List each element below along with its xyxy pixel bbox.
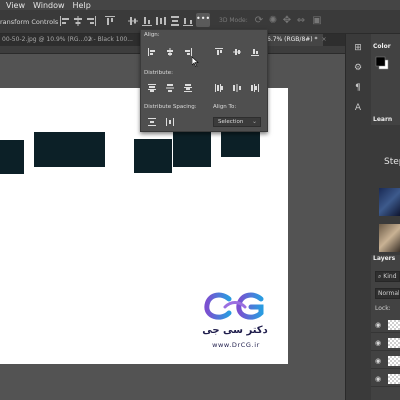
blend-mode-value: Normal — [378, 290, 400, 297]
blend-mode-select[interactable]: Normal — [375, 288, 400, 299]
align-left-edges-button[interactable] — [59, 15, 71, 27]
layer-row[interactable]: ◉ — [371, 372, 400, 387]
distribute-bottom-button[interactable] — [183, 83, 193, 93]
show-transform-controls-label[interactable]: ransform Controls — [0, 18, 58, 26]
tab-learn[interactable]: Learn — [373, 116, 392, 123]
align-bottom-edges-button[interactable] — [141, 15, 153, 27]
align-right-edges-button[interactable] — [85, 15, 97, 27]
3d-mode-label: 3D Mode: — [219, 17, 248, 24]
canvas-rectangle[interactable] — [134, 139, 172, 173]
3d-pan-icon[interactable]: ✥ — [280, 14, 294, 28]
align-to-select[interactable]: Selection ⌄ — [213, 117, 261, 127]
menu-bar: View Window Help — [0, 0, 400, 10]
3d-camera-icon[interactable]: ▣ — [310, 14, 324, 28]
properties-icon[interactable]: ⚙ — [352, 62, 364, 74]
close-icon[interactable]: × — [322, 36, 327, 43]
tutorial-thumbnail[interactable] — [379, 224, 400, 252]
tab-layers[interactable]: Layers — [373, 255, 395, 262]
3d-roll-icon[interactable]: ✺ — [266, 14, 280, 28]
tab-label: 6.7% (RGB/8#) * — [267, 36, 318, 43]
align-popover: Align: Distribute: Distribute Spacing: A… — [140, 29, 268, 132]
menu-window[interactable]: Window — [33, 1, 65, 10]
logo-url-text: www.DrCG.ir — [212, 341, 260, 349]
kind-label: Kind — [383, 273, 397, 280]
layer-row[interactable]: ◉ — [371, 354, 400, 369]
align-horizontal-centers-button[interactable] — [72, 15, 84, 27]
distribute-horizontal-centers-button[interactable] — [232, 83, 242, 93]
align-right-button[interactable] — [183, 47, 193, 57]
tab-document-2[interactable]: 02 - Black 100... — [82, 34, 142, 46]
eye-icon[interactable]: ◉ — [375, 339, 381, 347]
distribute-left-button[interactable] — [214, 83, 224, 93]
menu-view[interactable]: View — [6, 1, 25, 10]
3d-slide-icon[interactable]: ⇔ — [294, 14, 308, 28]
lock-label: Lock: — [375, 305, 391, 312]
distribute-bottom-button[interactable] — [182, 15, 194, 27]
align-bottom-button[interactable] — [250, 47, 260, 57]
eye-icon[interactable]: ◉ — [375, 375, 381, 383]
layer-row[interactable]: ◉ — [371, 318, 400, 333]
align-left-button[interactable] — [147, 47, 157, 57]
eye-icon[interactable]: ◉ — [375, 321, 381, 329]
align-label: Align: — [144, 32, 160, 38]
distribute-label: Distribute: — [144, 70, 173, 76]
layer-thumbnail — [388, 338, 400, 348]
more-options-button[interactable]: ••• — [196, 13, 210, 27]
distribute-vertical-centers-button[interactable] — [165, 83, 175, 93]
eye-icon[interactable]: ◉ — [375, 357, 381, 365]
layer-thumbnail — [388, 374, 400, 384]
tab-document-active[interactable]: 6.7% (RGB/8#) * × — [265, 34, 327, 46]
layer-thumbnail — [388, 356, 400, 366]
menu-help[interactable]: Help — [73, 1, 91, 10]
logo-persian-text: دکتر سی جی — [202, 325, 268, 336]
tab-color[interactable]: Color — [373, 43, 391, 50]
chevron-down-icon: ⌄ — [251, 118, 257, 125]
distribute-horizontal-spacing-button[interactable] — [165, 117, 175, 127]
tutorial-thumbnail[interactable] — [379, 188, 400, 216]
canvas-rectangle[interactable] — [34, 132, 105, 167]
layer-thumbnail — [388, 320, 400, 330]
paragraph-icon[interactable]: ¶ — [352, 82, 364, 94]
align-to-label: Align To: — [213, 104, 237, 110]
canvas-rectangle[interactable] — [0, 140, 24, 174]
tab-document-1[interactable]: 00-50-2.jpg @ 10.9% (RG... × — [0, 34, 93, 46]
align-center-button[interactable] — [165, 47, 175, 57]
foreground-background-swatch[interactable] — [375, 56, 389, 70]
search-icon: ⌕ — [378, 273, 382, 280]
distribute-right-button[interactable] — [250, 83, 260, 93]
distribute-horizontal-button[interactable] — [155, 15, 167, 27]
canvas-rectangle[interactable] — [173, 132, 211, 167]
tab-label: 00-50-2.jpg @ 10.9% (RG... — [2, 36, 85, 43]
mouse-cursor-icon — [191, 56, 200, 68]
align-to-value: Selection — [218, 119, 244, 125]
character-icon[interactable]: A — [352, 102, 364, 114]
history-icon[interactable]: ⊞ — [352, 42, 364, 54]
3d-orbit-icon[interactable]: ⟳ — [252, 14, 266, 28]
layer-row[interactable]: ◉ — [371, 336, 400, 351]
align-top-button[interactable] — [214, 47, 224, 57]
distribute-centers-button[interactable] — [169, 15, 181, 27]
align-top-edges-button[interactable] — [104, 15, 116, 27]
canvas-rectangle[interactable] — [221, 130, 260, 157]
align-middle-button[interactable] — [232, 47, 242, 57]
distribute-vertical-spacing-button[interactable] — [147, 117, 157, 127]
layer-filter-kind[interactable]: ⌕ Kind — [375, 271, 400, 282]
tab-label: 02 - Black 100... — [84, 36, 133, 43]
learn-steps-text: Step — [384, 157, 400, 167]
distribute-top-button[interactable] — [147, 83, 157, 93]
align-vertical-centers-button[interactable] — [127, 15, 139, 27]
distribute-spacing-label: Distribute Spacing: — [144, 104, 197, 110]
